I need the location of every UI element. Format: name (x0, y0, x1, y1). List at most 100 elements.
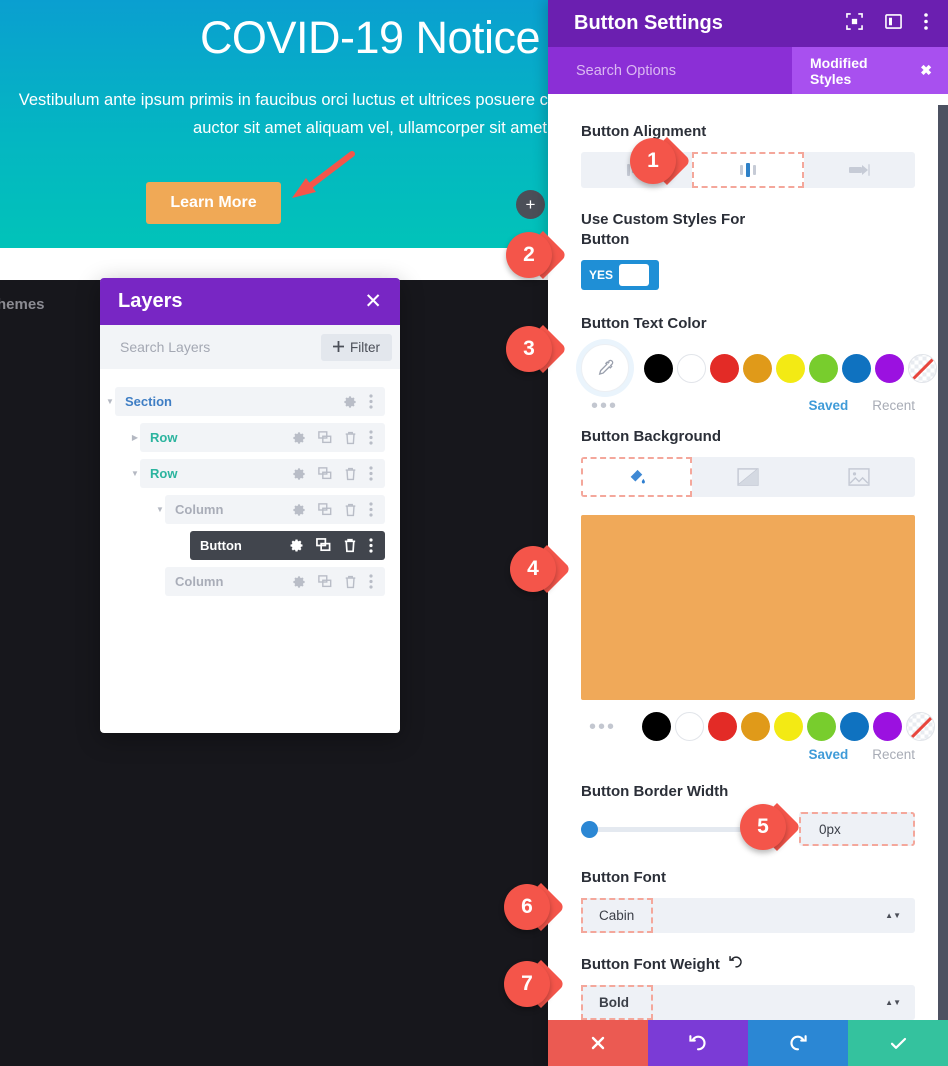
learn-more-button[interactable]: Learn More (146, 182, 281, 224)
cancel-button[interactable] (548, 1020, 648, 1066)
eyedropper-icon[interactable] (581, 344, 629, 392)
layers-modal-header: Layers ✕ (100, 278, 400, 325)
gear-icon[interactable] (292, 467, 306, 481)
chevron-updown-icon[interactable]: ▲▼ (885, 999, 901, 1007)
layer-row-section[interactable]: ▼ Section (106, 387, 385, 416)
chevron-right-icon[interactable]: ▶ (128, 433, 142, 442)
slider-handle[interactable] (581, 820, 598, 838)
swatch-black[interactable] (644, 353, 673, 383)
background-gradient-tab[interactable] (692, 457, 803, 497)
search-options-input[interactable] (574, 61, 792, 80)
kebab-icon[interactable] (924, 12, 928, 35)
redo-button[interactable] (748, 1020, 848, 1066)
undo-icon[interactable] (729, 955, 743, 975)
swatch-white[interactable] (675, 712, 705, 741)
swatch-transparent[interactable] (906, 712, 936, 741)
gear-icon[interactable] (292, 431, 306, 445)
callout-number: 1 (647, 149, 659, 172)
duplicate-icon[interactable] (318, 430, 332, 445)
border-width-input[interactable]: 0px (799, 812, 915, 846)
swatch-green[interactable] (807, 712, 837, 741)
layer-row-column-2[interactable]: Column (165, 567, 385, 596)
align-right-option[interactable] (804, 152, 915, 188)
trash-icon[interactable] (344, 575, 357, 589)
text-color-more-button[interactable]: ••• (591, 396, 618, 416)
button-font-weight-select[interactable]: Bold ▲▼ (581, 985, 915, 1020)
swatch-black[interactable] (642, 712, 672, 741)
trash-icon[interactable] (344, 503, 357, 517)
align-center-option[interactable] (692, 152, 804, 188)
kebab-icon[interactable] (369, 430, 373, 445)
panel-scrollbar[interactable] (938, 105, 948, 1020)
close-icon[interactable]: ✕ (364, 291, 382, 312)
layout-panel-icon[interactable] (885, 13, 902, 35)
swatch-orange[interactable] (743, 353, 772, 383)
chevron-down-icon[interactable]: ▼ (103, 397, 117, 406)
gear-icon[interactable] (292, 503, 306, 517)
text-color-saved-tab[interactable]: Saved (808, 398, 848, 413)
chevron-updown-icon[interactable]: ▲▼ (885, 912, 901, 920)
swatch-blue[interactable] (842, 353, 871, 383)
duplicate-icon[interactable] (318, 502, 332, 517)
swatch-green[interactable] (809, 353, 838, 383)
background-recent-tab[interactable]: Recent (872, 747, 915, 762)
toggle-knob (619, 264, 650, 286)
add-module-button[interactable]: + (516, 190, 545, 219)
background-saved-recent-row: Saved Recent (581, 747, 915, 762)
chevron-down-icon[interactable]: ▼ (153, 505, 167, 514)
swatch-red[interactable] (708, 712, 738, 741)
button-font-value: Cabin (581, 898, 653, 933)
duplicate-icon[interactable] (318, 466, 332, 481)
close-icon[interactable]: ✖ (920, 62, 932, 79)
layer-row-row-2[interactable]: ▼ Row (131, 459, 385, 488)
swatch-orange[interactable] (741, 712, 771, 741)
use-custom-styles-toggle[interactable]: YES (581, 260, 659, 290)
background-color-tab[interactable] (581, 457, 693, 497)
swatch-purple[interactable] (875, 353, 904, 383)
duplicate-icon[interactable] (318, 574, 332, 589)
button-font-weight-value: Bold (581, 985, 653, 1020)
text-color-recent-tab[interactable]: Recent (872, 398, 915, 413)
focus-frame-icon[interactable] (846, 12, 863, 35)
layers-title: Layers (118, 290, 183, 312)
layer-row-column-1[interactable]: ▼ Column (156, 495, 385, 524)
filter-button-label: Filter (350, 339, 380, 355)
panel-footer-actions (548, 1020, 948, 1066)
gear-icon[interactable] (289, 538, 304, 553)
background-image-tab[interactable] (804, 457, 915, 497)
modified-styles-badge[interactable]: Modified Styles ✖ (792, 47, 948, 94)
layer-row-button[interactable]: Button (190, 531, 385, 560)
search-layers-input[interactable] (118, 338, 302, 356)
trash-icon[interactable] (343, 538, 357, 553)
background-saved-tab[interactable]: Saved (808, 747, 848, 762)
button-font-select[interactable]: Cabin ▲▼ (581, 898, 915, 933)
duplicate-icon[interactable] (316, 538, 331, 553)
swatch-white[interactable] (677, 353, 706, 383)
use-custom-styles-label: Use Custom Styles For Button (581, 211, 746, 248)
button-background-label: Button Background (581, 428, 721, 445)
modified-styles-label: Modified Styles (810, 54, 868, 87)
gear-icon[interactable] (343, 395, 357, 409)
filter-button[interactable]: Filter (321, 333, 392, 361)
swatch-yellow[interactable] (774, 712, 804, 741)
layers-tree: ▼ Section ▶ Row ▼ Row ▼ Column Button Co… (100, 369, 400, 596)
kebab-icon[interactable] (369, 502, 373, 517)
chevron-down-icon[interactable]: ▼ (128, 469, 142, 478)
gear-icon[interactable] (292, 575, 306, 589)
swatch-red[interactable] (710, 353, 739, 383)
kebab-icon[interactable] (369, 574, 373, 589)
swatch-yellow[interactable] (776, 353, 805, 383)
save-button[interactable] (848, 1020, 948, 1066)
layer-row-row-1[interactable]: ▶ Row (132, 423, 385, 452)
kebab-icon[interactable] (369, 538, 373, 553)
swatch-transparent[interactable] (908, 353, 937, 383)
swatch-purple[interactable] (873, 712, 903, 741)
swatch-blue[interactable] (840, 712, 870, 741)
background-color-preview[interactable] (581, 515, 915, 700)
kebab-icon[interactable] (369, 394, 373, 409)
kebab-icon[interactable] (369, 466, 373, 481)
trash-icon[interactable] (344, 431, 357, 445)
undo-button[interactable] (648, 1020, 748, 1066)
background-color-more-button[interactable]: ••• (589, 717, 616, 737)
trash-icon[interactable] (344, 467, 357, 481)
